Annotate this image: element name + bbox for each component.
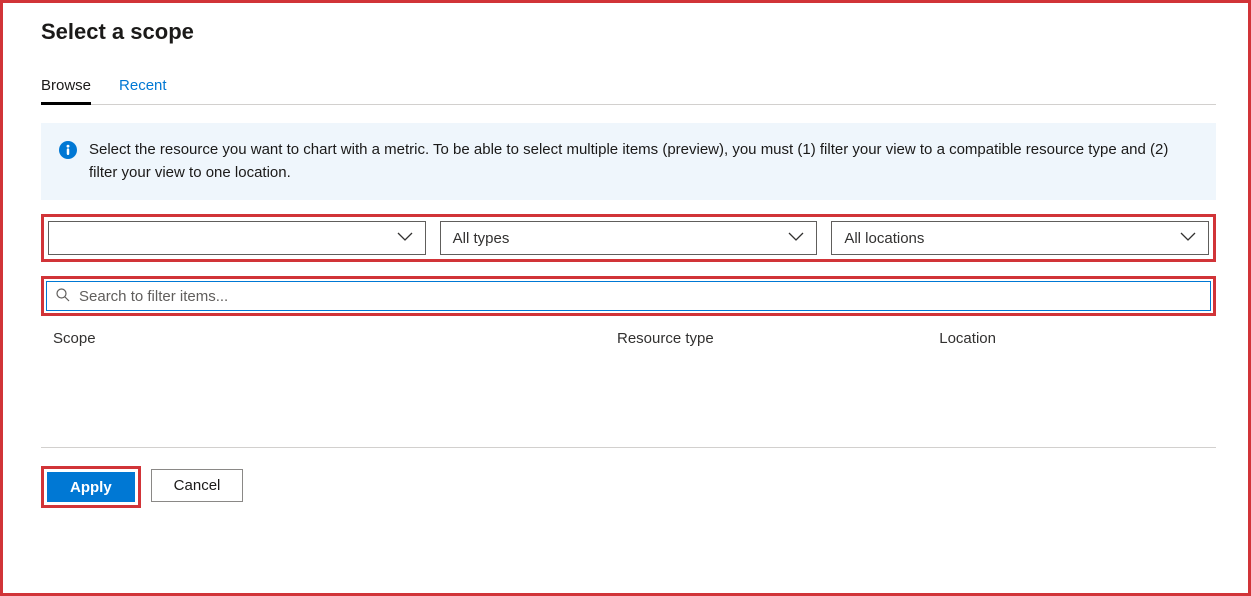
column-scope: Scope bbox=[53, 330, 617, 347]
subscription-dropdown[interactable] bbox=[48, 221, 426, 255]
search-icon bbox=[55, 287, 71, 306]
cancel-label: Cancel bbox=[174, 477, 221, 494]
locations-value: All locations bbox=[844, 230, 924, 247]
search-box[interactable] bbox=[46, 281, 1211, 311]
tab-recent-label: Recent bbox=[119, 77, 167, 94]
types-dropdown[interactable]: All types bbox=[440, 221, 818, 255]
info-text: Select the resource you want to chart wi… bbox=[89, 139, 1198, 184]
types-value: All types bbox=[453, 230, 510, 247]
filters-highlight: All types All locations bbox=[41, 214, 1216, 262]
search-highlight bbox=[41, 276, 1216, 316]
chevron-down-icon bbox=[788, 230, 804, 247]
tab-browse-label: Browse bbox=[41, 77, 91, 94]
apply-label: Apply bbox=[70, 479, 112, 496]
locations-dropdown[interactable]: All locations bbox=[831, 221, 1209, 255]
tabs: Browse Recent bbox=[41, 77, 1216, 105]
filters-row: All types All locations bbox=[48, 221, 1209, 255]
panel-title: Select a scope bbox=[41, 15, 1216, 45]
chevron-down-icon bbox=[397, 230, 413, 247]
chevron-down-icon bbox=[1180, 230, 1196, 247]
footer-actions: Apply Cancel bbox=[41, 447, 1216, 508]
info-bar: Select the resource you want to chart wi… bbox=[41, 123, 1216, 200]
column-resource-type: Resource type bbox=[617, 330, 939, 347]
cancel-button[interactable]: Cancel bbox=[151, 469, 244, 502]
select-scope-panel: Select a scope Browse Recent Select the … bbox=[3, 3, 1248, 508]
apply-highlight: Apply bbox=[41, 466, 141, 508]
column-headers: Scope Resource type Location bbox=[41, 330, 1216, 347]
search-input[interactable] bbox=[79, 288, 1202, 305]
tab-recent[interactable]: Recent bbox=[119, 77, 167, 104]
info-icon bbox=[59, 141, 77, 167]
apply-button[interactable]: Apply bbox=[47, 472, 135, 502]
column-location: Location bbox=[939, 330, 1204, 347]
tab-browse[interactable]: Browse bbox=[41, 77, 91, 104]
